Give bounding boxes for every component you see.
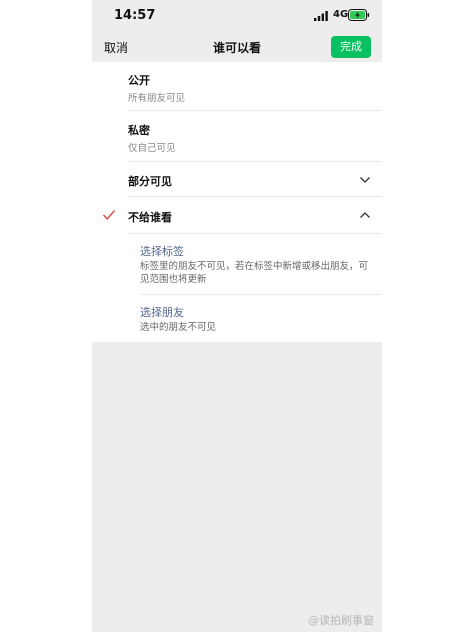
option-partial[interactable]: 部分可见 [92,162,382,196]
select-friends-title: 选择朋友 [140,306,184,319]
option-partial-title: 部分可见 [128,175,172,188]
option-hide-from[interactable]: 不给谁看 [92,197,382,233]
option-public-title: 公开 [128,74,150,87]
select-tags-description: 标签里的朋友不可见，若在标签中新增或移出朋友，可见范围也将更新 [140,261,369,285]
select-tags-title: 选择标签 [140,245,184,258]
watermark: @读拍刷事窗 [308,614,374,627]
status-bar: 14:57 4G [92,0,382,32]
status-time: 14:57 [114,8,156,23]
option-private-subtitle: 仅自己可见 [128,143,176,154]
done-button[interactable]: 完成 [331,36,371,58]
option-private-title: 私密 [128,124,150,137]
checkmark-icon [102,210,116,221]
network-label: 4G [333,9,349,20]
chevron-down-icon [360,177,370,183]
option-private[interactable]: 私密 仅自己可见 [92,111,382,161]
chevron-up-icon [360,212,370,218]
visibility-options-list: 公开 所有朋友可见 私密 仅自己可见 部分可见 不给谁看 选择标签 标签里的朋友… [92,62,382,342]
signal-icon [314,11,328,21]
sub-option-select-friends[interactable]: 选择朋友 选中的朋友不可见 [92,295,382,341]
sub-option-select-tags[interactable]: 选择标签 标签里的朋友不可见，若在标签中新增或移出朋友，可见范围也将更新 [92,234,382,294]
battery-charging-icon [348,9,370,21]
option-public-subtitle: 所有朋友可见 [128,93,186,104]
phone-screen: 14:57 4G 取消 谁可以看 完成 公开 所有朋友可见 私密 仅自己可见 部… [92,0,382,632]
option-hide-from-title: 不给谁看 [128,211,172,224]
nav-bar: 取消 谁可以看 完成 [92,32,382,62]
option-public[interactable]: 公开 所有朋友可见 [92,62,382,110]
select-friends-description: 选中的朋友不可见 [140,322,217,333]
